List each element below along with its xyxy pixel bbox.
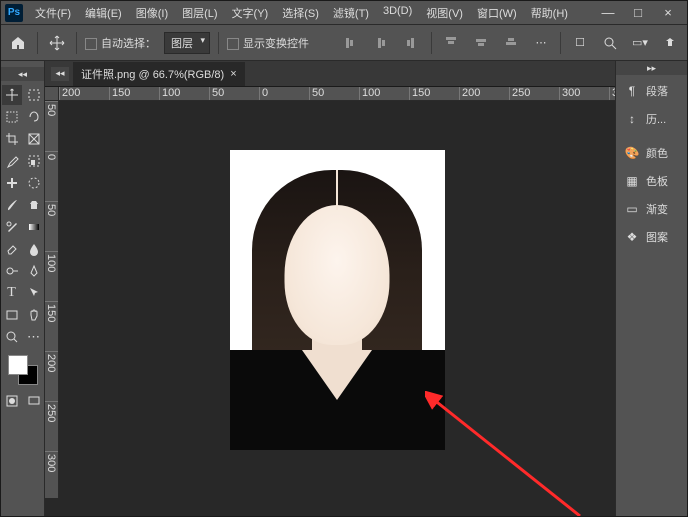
- lasso-tool[interactable]: [24, 107, 44, 127]
- separator: [37, 32, 38, 54]
- tab-close-icon[interactable]: ×: [230, 68, 236, 80]
- align-right-icon[interactable]: [401, 32, 423, 54]
- frame-tool[interactable]: [24, 129, 44, 149]
- collapse-right[interactable]: ▸▸: [616, 61, 687, 75]
- separator: [76, 32, 77, 54]
- id-photo: [230, 150, 445, 450]
- canvas[interactable]: [59, 101, 615, 498]
- menubar: Ps 文件(F) 编辑(E) 图像(I) 图层(L) 文字(Y) 选择(S) 滤…: [1, 1, 687, 25]
- show-transform-checkbox[interactable]: 显示变换控件: [227, 35, 309, 51]
- ruler-corner: [45, 87, 59, 101]
- quick-select-tool[interactable]: [24, 173, 44, 193]
- rectangle-tool[interactable]: [2, 305, 22, 325]
- quick-mask-tool[interactable]: [2, 391, 22, 411]
- panel-history[interactable]: ↕历...: [616, 105, 687, 133]
- pen-tool[interactable]: [24, 261, 44, 281]
- auto-select-checkbox[interactable]: 自动选择：: [85, 35, 156, 51]
- menu-type[interactable]: 文字(Y): [226, 2, 275, 24]
- pattern-icon: ❖: [624, 229, 640, 245]
- options-bar: 自动选择： 图层 显示变换控件 ⋯ ☐ ▭▾: [1, 25, 687, 61]
- right-panel: ▸▸ ¶段落 ↕历... 🎨颜色 ▦色板 ▭渐变 ❖图案: [615, 61, 687, 516]
- dodge-tool[interactable]: [2, 261, 22, 281]
- separator: [560, 32, 561, 54]
- workspace-icon[interactable]: ▭▾: [629, 32, 651, 54]
- maximize-button[interactable]: □: [623, 3, 653, 23]
- history-brush-tool[interactable]: [2, 217, 22, 237]
- collapse-toolbar[interactable]: ◂◂: [1, 67, 44, 81]
- document-area: ◂◂ 证件照.png @ 66.7%(RGB/8) × 200150100500…: [45, 61, 615, 516]
- clone-tool[interactable]: [24, 195, 44, 215]
- collapse-left[interactable]: ◂◂: [51, 67, 69, 81]
- menu-items: 文件(F) 编辑(E) 图像(I) 图层(L) 文字(Y) 选择(S) 滤镜(T…: [29, 2, 593, 24]
- app-logo: Ps: [5, 4, 23, 22]
- annotation-arrow: [425, 391, 585, 516]
- 3d-mode-icon[interactable]: ☐: [569, 32, 591, 54]
- menu-layer[interactable]: 图层(L): [176, 2, 223, 24]
- panel-swatches[interactable]: ▦色板: [616, 167, 687, 195]
- brush-tool[interactable]: [2, 195, 22, 215]
- document-tab[interactable]: 证件照.png @ 66.7%(RGB/8) ×: [73, 62, 245, 86]
- separator: [431, 32, 432, 54]
- eraser-tool[interactable]: [2, 239, 22, 259]
- gradient-icon: ▭: [624, 201, 640, 217]
- hand-tool[interactable]: [24, 305, 44, 325]
- swatches-icon: ▦: [624, 173, 640, 189]
- ruler-horizontal: 2001501005005010015020025030035040045050…: [59, 87, 615, 101]
- marquee-tool[interactable]: [2, 107, 22, 127]
- zoom-tool[interactable]: [2, 327, 22, 347]
- auto-select-dropdown[interactable]: 图层: [164, 32, 210, 54]
- search-icon[interactable]: [599, 32, 621, 54]
- menu-image[interactable]: 图像(I): [130, 2, 174, 24]
- window-controls: — □ ×: [593, 3, 683, 23]
- menu-window[interactable]: 窗口(W): [471, 2, 523, 24]
- align-center-v-icon[interactable]: [470, 32, 492, 54]
- path-select-tool[interactable]: [24, 283, 44, 303]
- close-button[interactable]: ×: [653, 3, 683, 23]
- separator: [218, 32, 219, 54]
- more-icon[interactable]: ⋯: [530, 32, 552, 54]
- crop-tool[interactable]: [2, 129, 22, 149]
- gradient-tool[interactable]: [24, 217, 44, 237]
- panel-gradient[interactable]: ▭渐变: [616, 195, 687, 223]
- eyedropper-tool[interactable]: [2, 151, 22, 171]
- menu-view[interactable]: 视图(V): [420, 2, 469, 24]
- toolbar: ◂◂ T: [1, 61, 45, 516]
- artboard-tool[interactable]: [24, 85, 44, 105]
- menu-edit[interactable]: 编辑(E): [79, 2, 128, 24]
- align-top-icon[interactable]: [440, 32, 462, 54]
- object-select-tool[interactable]: [24, 151, 44, 171]
- color-swatches[interactable]: [8, 355, 38, 385]
- align-bottom-icon[interactable]: [500, 32, 522, 54]
- home-icon[interactable]: [7, 32, 29, 54]
- history-icon: ↕: [624, 111, 640, 127]
- paragraph-icon: ¶: [624, 83, 640, 99]
- move-tool[interactable]: [2, 85, 22, 105]
- menu-help[interactable]: 帮助(H): [525, 2, 574, 24]
- screen-mode-tool[interactable]: [24, 391, 44, 411]
- edit-toolbar[interactable]: ⋯: [24, 327, 44, 347]
- color-icon: 🎨: [624, 145, 640, 161]
- tab-bar: ◂◂ 证件照.png @ 66.7%(RGB/8) ×: [45, 61, 615, 87]
- panel-pattern[interactable]: ❖图案: [616, 223, 687, 251]
- menu-select[interactable]: 选择(S): [276, 2, 325, 24]
- type-tool[interactable]: T: [2, 283, 22, 303]
- healing-tool[interactable]: [2, 173, 22, 193]
- panel-color[interactable]: 🎨颜色: [616, 139, 687, 167]
- align-center-h-icon[interactable]: [371, 32, 393, 54]
- minimize-button[interactable]: —: [593, 3, 623, 23]
- foreground-color[interactable]: [8, 355, 28, 375]
- align-left-icon[interactable]: [341, 32, 363, 54]
- menu-filter[interactable]: 滤镜(T): [327, 2, 375, 24]
- share-icon[interactable]: [659, 32, 681, 54]
- tab-title: 证件照.png @ 66.7%(RGB/8): [81, 66, 224, 82]
- menu-file[interactable]: 文件(F): [29, 2, 77, 24]
- menu-3d[interactable]: 3D(D): [377, 2, 418, 24]
- move-tool-icon[interactable]: [46, 32, 68, 54]
- panel-paragraph[interactable]: ¶段落: [616, 77, 687, 105]
- ruler-vertical: 50050100150200250300350400: [45, 101, 59, 498]
- blur-tool[interactable]: [24, 239, 44, 259]
